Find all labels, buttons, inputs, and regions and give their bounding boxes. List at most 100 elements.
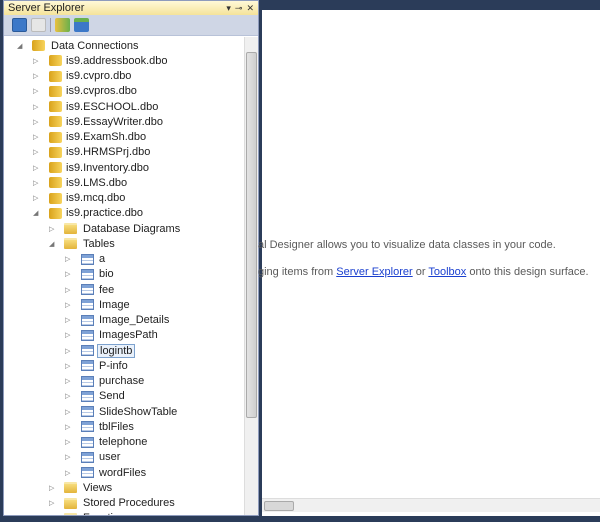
tree-item-table[interactable]: ▷ Image — [4, 297, 242, 312]
table-icon — [81, 406, 94, 417]
folder-icon — [64, 238, 77, 250]
expand-arrow-icon[interactable]: ▷ — [65, 286, 73, 294]
collapse-arrow-icon[interactable]: ◢ — [49, 240, 57, 248]
tree-item-label: a — [99, 253, 106, 265]
panel-title-bar: Server Explorer ▾ ⊸ ✕ — [4, 1, 258, 15]
database-icon — [49, 162, 62, 173]
scrollbar-thumb[interactable] — [246, 52, 257, 418]
tree-item-table[interactable]: ▷ purchase — [4, 374, 242, 389]
expand-arrow-icon[interactable]: ▷ — [33, 133, 41, 141]
tree-item-label: logintb — [97, 343, 136, 358]
table-icon — [81, 375, 94, 387]
tree-item-connection[interactable]: ▷ is9.mcq.dbo — [4, 191, 242, 206]
tree-item-label: is9.mcq.dbo — [66, 192, 126, 204]
expand-arrow-icon[interactable]: ▷ — [33, 179, 41, 187]
expand-arrow-icon[interactable]: ▷ — [49, 484, 57, 492]
connect-to-server-icon[interactable] — [74, 18, 89, 32]
table-icon — [81, 268, 94, 280]
close-icon[interactable]: ✕ — [246, 3, 254, 14]
tree-item-label: Image — [99, 298, 130, 311]
expand-arrow-icon[interactable]: ▷ — [65, 469, 73, 477]
tree-item-table[interactable]: ▷ fee — [4, 282, 242, 297]
tree-item-label: ImagesPath — [99, 329, 158, 342]
expand-arrow-icon[interactable]: ▷ — [33, 118, 41, 126]
folder-icon — [64, 497, 77, 509]
scrollbar-thumb[interactable] — [264, 501, 294, 511]
pin-icon[interactable]: ⊸ — [235, 3, 243, 14]
expand-arrow-icon[interactable]: ▷ — [65, 331, 73, 339]
tree-item-stored-procedures[interactable]: ▷ Stored Procedures — [4, 496, 242, 511]
expand-arrow-icon[interactable]: ▷ — [65, 255, 73, 263]
table-icon — [81, 421, 94, 433]
tree-item-tables[interactable]: ◢ Tables — [4, 236, 242, 251]
vertical-scrollbar[interactable] — [244, 37, 258, 515]
tree-item-label: is9.LMS.dbo — [66, 176, 128, 189]
expand-arrow-icon[interactable]: ▷ — [65, 347, 73, 355]
tree-item-table[interactable]: ▷ a — [4, 252, 242, 267]
tree-item-table[interactable]: ▷ Send — [4, 389, 242, 404]
database-icon — [49, 177, 62, 189]
expand-arrow-icon[interactable]: ▷ — [65, 270, 73, 278]
tree-item-table[interactable]: ▷ logintb — [4, 343, 242, 358]
stop-icon[interactable] — [31, 18, 46, 32]
tree-item-table[interactable]: ▷ telephone — [4, 435, 242, 450]
horizontal-scrollbar[interactable] — [262, 498, 600, 512]
tree-item-table[interactable]: ▷ wordFiles — [4, 465, 242, 480]
tree-item-table[interactable]: ▷ SlideShowTable — [4, 404, 242, 419]
expand-arrow-icon[interactable]: ▷ — [65, 301, 73, 309]
collapse-arrow-icon[interactable]: ◢ — [17, 42, 25, 50]
expand-arrow-icon[interactable]: ▷ — [65, 362, 73, 370]
tree-item-table[interactable]: ▷ tblFiles — [4, 419, 242, 434]
expand-arrow-icon[interactable]: ▷ — [33, 194, 41, 202]
expand-arrow-icon[interactable]: ▷ — [65, 423, 73, 431]
tree-item-connection[interactable]: ▷ is9.ExamSh.dbo — [4, 130, 242, 145]
expand-arrow-icon[interactable]: ▷ — [33, 87, 41, 95]
tree-item-connection[interactable]: ▷ is9.addressbook.dbo — [4, 53, 242, 68]
tree-item-label: wordFiles — [99, 466, 147, 479]
dropdown-icon[interactable]: ▾ — [226, 3, 231, 14]
collapse-arrow-icon[interactable]: ◢ — [33, 209, 41, 217]
tree-item-table[interactable]: ▷ ImagesPath — [4, 328, 242, 343]
tree-item-connection[interactable]: ▷ is9.HRMSPrj.dbo — [4, 145, 242, 160]
tree-item-data-connections[interactable]: ◢ Data Connections — [4, 38, 242, 53]
tree-item-table[interactable]: ▷ Image_Details — [4, 313, 242, 328]
expand-arrow-icon[interactable]: ▷ — [65, 377, 73, 385]
tree-item-table[interactable]: ▷ bio — [4, 267, 242, 282]
tree-item-connection[interactable]: ▷ is9.cvpros.dbo — [4, 84, 242, 99]
expand-arrow-icon[interactable]: ▷ — [49, 225, 57, 233]
tree-item-connection[interactable]: ▷ is9.Inventory.dbo — [4, 160, 242, 175]
tree-item-label: bio — [99, 268, 114, 281]
expand-arrow-icon[interactable]: ▷ — [33, 57, 41, 65]
tree-item-connection[interactable]: ▷ is9.ESCHOOL.dbo — [4, 99, 242, 114]
expand-arrow-icon[interactable]: ▷ — [49, 514, 57, 515]
expand-arrow-icon[interactable]: ▷ — [33, 164, 41, 172]
tree-item-table[interactable]: ▷ P-info — [4, 358, 242, 373]
tree-item-database-diagrams[interactable]: ▷ Database Diagrams — [4, 221, 242, 236]
expand-arrow-icon[interactable]: ▷ — [33, 72, 41, 80]
expand-arrow-icon[interactable]: ▷ — [65, 408, 73, 416]
tree-item-views[interactable]: ▷ Views — [4, 480, 242, 495]
expand-arrow-icon[interactable]: ▷ — [65, 438, 73, 446]
database-icon — [32, 40, 45, 51]
table-icon — [81, 253, 94, 265]
expand-arrow-icon[interactable]: ▷ — [65, 453, 73, 461]
refresh-icon[interactable] — [12, 18, 27, 32]
tree-item-connection[interactable]: ▷ is9.cvpro.dbo — [4, 69, 242, 84]
expand-arrow-icon[interactable]: ▷ — [65, 316, 73, 324]
connect-to-database-icon[interactable] — [55, 18, 70, 32]
expand-arrow-icon[interactable]: ▷ — [49, 499, 57, 507]
expand-arrow-icon[interactable]: ▷ — [65, 392, 73, 400]
expand-arrow-icon[interactable]: ▷ — [33, 148, 41, 156]
tree-item-connection[interactable]: ◢ is9.practice.dbo — [4, 206, 242, 221]
tree-item-connection[interactable]: ▷ is9.LMS.dbo — [4, 175, 242, 190]
tree-item-label: is9.cvpros.dbo — [66, 85, 137, 98]
expand-arrow-icon[interactable]: ▷ — [33, 103, 41, 111]
tree-item-table[interactable]: ▷ user — [4, 450, 242, 465]
tree-item-functions[interactable]: ▷ Functions — [4, 511, 242, 515]
server-explorer-link[interactable]: Server Explorer — [336, 266, 412, 278]
table-icon — [81, 314, 94, 326]
tree-item-label: Database Diagrams — [83, 222, 181, 235]
tree-item-label: telephone — [99, 436, 148, 448]
toolbox-link[interactable]: Toolbox — [428, 266, 466, 278]
tree-item-connection[interactable]: ▷ is9.EssayWriter.dbo — [4, 114, 242, 129]
